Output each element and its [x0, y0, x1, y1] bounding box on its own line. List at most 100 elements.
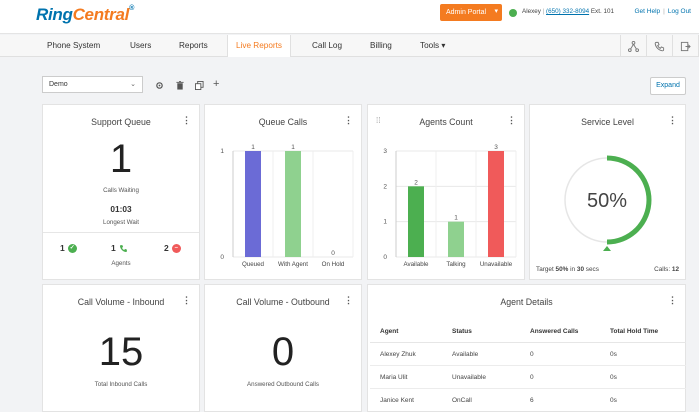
chevron-down-icon: ▾	[494, 8, 498, 15]
bar[interactable]	[408, 186, 424, 257]
nav-icon-group	[620, 35, 699, 57]
more-options-icon[interactable]: ⋮	[182, 295, 191, 306]
nav-item-billing[interactable]: Billing	[370, 35, 392, 57]
category-label: On Hold	[322, 261, 345, 268]
data-label: 1	[454, 215, 458, 222]
inbound-calls-value: 15	[98, 330, 144, 374]
y-tick-label: 1	[383, 219, 387, 226]
admin-portal-label: Admin Portal	[446, 9, 487, 16]
category-label: With Agent	[278, 261, 308, 268]
category-label: Available	[404, 261, 430, 268]
data-label: 1	[251, 144, 255, 151]
bar[interactable]	[245, 151, 261, 257]
inbound-calls-label: Total Inbound Calls	[94, 381, 148, 388]
nav-item-users[interactable]: Users	[130, 35, 151, 57]
phone-talking-icon	[119, 244, 127, 252]
y-tick-label: 2	[383, 183, 387, 190]
chevron-down-icon: ▾	[441, 41, 446, 50]
more-options-icon[interactable]: ⋮	[182, 115, 191, 126]
agents-available-stat: 1 ✓	[60, 243, 77, 253]
agents-unavailable-stat: 2 –	[164, 243, 181, 253]
network-icon[interactable]	[621, 35, 647, 57]
call-volume-inbound-card: Call Volume - Inbound ⋮ 15 Total Inbound…	[42, 284, 200, 412]
table-row[interactable]: Maria Ulit Unavailable 0 0s	[370, 366, 686, 389]
minus-icon: –	[171, 243, 181, 253]
longest-wait-value: 01:03	[110, 204, 132, 214]
agents-label: Agents	[111, 260, 131, 267]
user-phone-link[interactable]: (650) 332-8094	[546, 8, 589, 15]
nav-item-call-log[interactable]: Call Log	[312, 35, 342, 57]
column-header-agent[interactable]: Agent	[380, 328, 398, 335]
y-tick-label: 3	[383, 148, 387, 155]
user-extension: Ext. 101	[590, 8, 614, 15]
nav-item-live-reports[interactable]: Live Reports	[227, 35, 291, 57]
checkmark-icon: ✓	[67, 243, 77, 253]
main-nav: Phone System Users Reports Live Reports …	[0, 35, 699, 57]
table-row[interactable]: Janice Kent OnCall 6 0s	[370, 389, 686, 412]
nav-item-phone-system[interactable]: Phone System	[47, 35, 100, 57]
service-level-target: Target 50% in 30 secs	[536, 266, 599, 273]
outbound-calls-value: 0	[271, 330, 295, 374]
column-header-answered-calls[interactable]: Answered Calls	[530, 328, 578, 335]
queue-calls-card: Queue Calls ⋮ 0 1 1 Queued 1 With Agent 0 On Ho…	[204, 104, 362, 280]
copy-icon[interactable]	[195, 81, 204, 92]
table-row[interactable]: Alexey Zhuk Available 0 0s	[370, 343, 686, 366]
support-queue-card: Support Queue ⋮ 1 Calls Waiting 01:03 Lo…	[42, 104, 200, 280]
card-title: Call Volume - Outbound	[236, 297, 330, 307]
presence-status-icon[interactable]	[509, 9, 517, 17]
ringcentral-logo[interactable]: RingCentral®	[36, 5, 134, 25]
phone-icon[interactable]	[647, 35, 673, 57]
bar[interactable]	[448, 221, 464, 257]
queue-select[interactable]: Demo ⌄	[42, 76, 143, 93]
more-options-icon[interactable]: ⋮	[668, 295, 677, 306]
expand-button[interactable]: Expand	[650, 77, 686, 95]
bar[interactable]	[285, 151, 301, 257]
export-icon[interactable]	[673, 35, 699, 57]
add-icon[interactable]: +	[213, 78, 219, 90]
category-label: Talking	[446, 261, 466, 268]
nav-item-tools-label: Tools	[420, 41, 440, 50]
nav-item-reports[interactable]: Reports	[179, 35, 208, 57]
log-out-link[interactable]: Log Out	[668, 8, 691, 15]
card-title: Support Queue	[91, 117, 151, 127]
agents-count-chart: 0 1 2 3 2 Available 1 Talking 3 Unavailable	[383, 144, 517, 268]
calls-waiting-label: Calls Waiting	[103, 187, 139, 194]
user-info: Alexey | (650) 332-8094 Ext. 101	[522, 8, 614, 15]
dashboard-toolbar: Demo ⌄ + Expand	[0, 57, 699, 99]
user-name: Alexey	[522, 8, 541, 15]
calls-waiting-value: 1	[109, 137, 133, 181]
data-label: 1	[291, 144, 295, 151]
service-level-gauge: 50%	[564, 155, 652, 251]
queue-select-value: Demo	[49, 81, 68, 88]
queue-calls-chart: 0 1 1 Queued 1 With Agent 0 On Hold	[220, 144, 354, 268]
chevron-down-icon: ⌄	[130, 81, 136, 88]
service-level-percent: 50%	[587, 190, 627, 212]
outbound-calls-label: Answered Outbound Calls	[247, 381, 319, 388]
divider	[43, 232, 199, 233]
get-help-link[interactable]: Get Help	[635, 8, 661, 15]
category-label: Unavailable	[480, 261, 513, 268]
data-label: 2	[414, 179, 418, 186]
more-options-icon[interactable]: ⋮	[344, 295, 353, 306]
y-tick-label: 1	[220, 148, 224, 155]
column-header-status[interactable]: Status	[452, 328, 472, 335]
admin-portal-button[interactable]: Admin Portal ▾	[440, 4, 502, 21]
settings-icon[interactable]	[155, 81, 164, 92]
nav-item-tools[interactable]: Tools ▾	[420, 35, 446, 57]
agents-count-card: ⁞⁞ Agents Count ⋮ 0 1 2 3 2 Available 1 Talking…	[367, 104, 525, 280]
top-links: Get Help | Log Out	[634, 8, 692, 15]
data-label: 3	[494, 144, 498, 151]
category-label: Queued	[242, 261, 265, 268]
trash-icon[interactable]	[176, 81, 184, 92]
service-level-calls: Calls: 12	[654, 266, 679, 273]
table-header: Agent Status Answered Calls Total Hold T…	[370, 321, 686, 343]
service-level-card: Service Level ⋮ 50% Target 50% in 30 sec…	[529, 104, 686, 280]
gauge-marker-icon	[603, 246, 611, 251]
bar[interactable]	[488, 151, 504, 257]
card-title: Agent Details	[500, 297, 553, 307]
column-header-total-hold-time[interactable]: Total Hold Time	[610, 328, 658, 335]
y-tick-label: 0	[220, 254, 224, 261]
longest-wait-label: Longest Wait	[103, 219, 139, 226]
card-title: Call Volume - Inbound	[77, 297, 165, 307]
top-bar: RingCentral® Admin Portal ▾ Alexey | (65…	[0, 0, 699, 34]
